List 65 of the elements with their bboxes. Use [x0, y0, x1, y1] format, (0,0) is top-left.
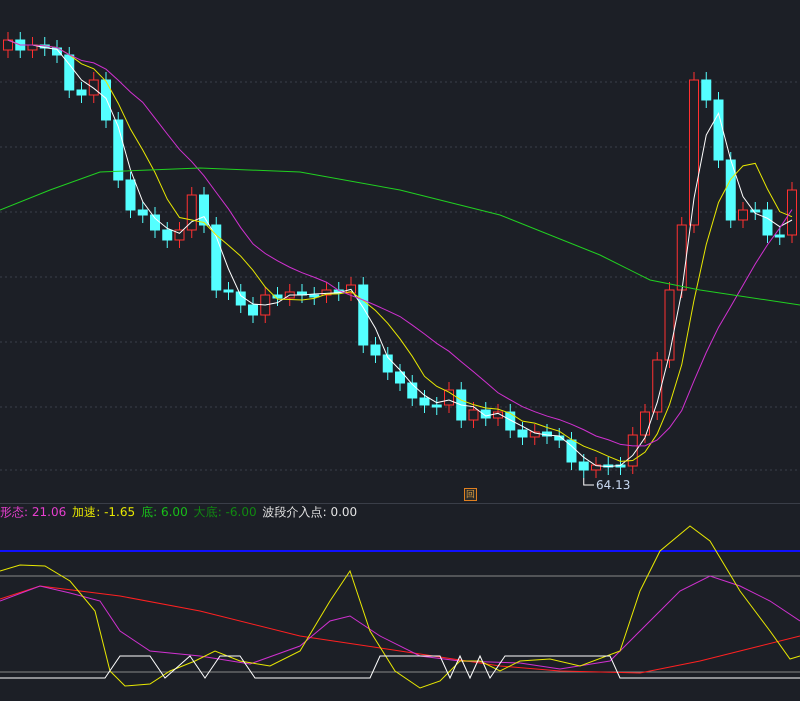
- candlestick: [395, 364, 405, 392]
- candlestick: [101, 72, 111, 128]
- candlestick: [762, 202, 772, 244]
- candlestick: [174, 222, 184, 248]
- candlestick: [297, 284, 307, 304]
- candlestick: [88, 72, 99, 104]
- candlestick: [382, 346, 393, 380]
- candlestick: [346, 276, 356, 302]
- candlestick: [420, 390, 430, 414]
- candlestick: [591, 456, 601, 478]
- indicator-value: 形态: 21.06: [0, 504, 66, 521]
- indicator-value: 加速: -1.65: [72, 504, 136, 521]
- candlestick: [309, 286, 320, 306]
- candlestick: [738, 202, 748, 228]
- candlestick: [162, 222, 172, 248]
- candlestick: [616, 456, 626, 476]
- candlestick: [272, 286, 282, 306]
- price-label: 64.13: [596, 478, 630, 492]
- candlestick: [750, 202, 760, 220]
- candlestick: [628, 426, 638, 474]
- candlestick: [260, 286, 270, 324]
- candlestick: [444, 382, 454, 414]
- candlestick: [150, 206, 160, 238]
- candlestick: [640, 404, 650, 444]
- candlestick: [15, 32, 26, 58]
- candlestick: [603, 456, 614, 476]
- candlestick: [774, 226, 785, 246]
- candlestick: [652, 352, 662, 420]
- candlestick: [236, 284, 246, 314]
- candlestick: [186, 186, 197, 238]
- candlestick: [224, 282, 234, 300]
- indicator-value: 波段介入点: 0.00: [262, 504, 358, 521]
- candlestick: [530, 424, 540, 446]
- candlestick: [76, 82, 86, 104]
- candlestick: [518, 422, 528, 446]
- candlestick: [3, 32, 13, 58]
- candlestick: [554, 428, 564, 448]
- candlestick: [505, 404, 516, 438]
- candlestick: [566, 432, 576, 470]
- candlestick: [40, 36, 50, 56]
- candlestick: [578, 454, 589, 478]
- candlestick: [126, 172, 136, 218]
- candlestick: [322, 282, 332, 304]
- reset-button[interactable]: 回: [464, 488, 477, 501]
- candlestick: [248, 296, 258, 324]
- candlestick: [407, 374, 418, 406]
- leader-line: [583, 478, 594, 486]
- candlestick: [701, 72, 712, 108]
- candlestick: [334, 282, 344, 302]
- candlestick: [64, 46, 74, 98]
- candlestick: [52, 40, 62, 64]
- indicator-value: 底: 6.00: [141, 504, 188, 521]
- candlestick: [456, 382, 466, 428]
- indicator-value: 大底: -6.00: [194, 504, 257, 521]
- candlestick: [468, 402, 478, 428]
- candlestick: [370, 336, 380, 364]
- candlestick: [138, 202, 148, 224]
- candlestick: [199, 186, 209, 234]
- candlestick: [542, 424, 552, 444]
- candlestick: [480, 402, 491, 426]
- candlestick: [432, 396, 442, 416]
- candlestick: [493, 404, 503, 426]
- candlestick: [284, 284, 295, 306]
- candlestick: [787, 182, 797, 244]
- candlestick: [28, 36, 38, 58]
